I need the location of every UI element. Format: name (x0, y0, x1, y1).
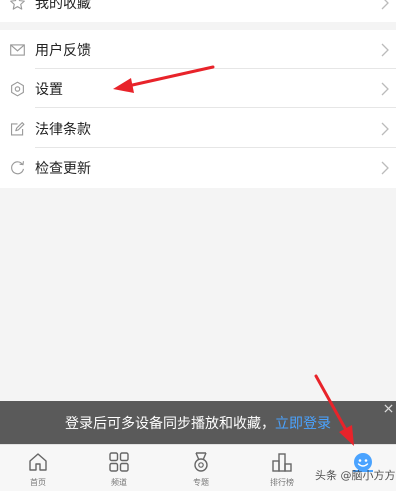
menu-item-feedback-label: 用户反馈 (35, 42, 91, 59)
login-now-link[interactable]: 立即登录 (275, 416, 331, 432)
divider (35, 107, 396, 108)
star-icon (10, 0, 25, 10)
close-icon[interactable] (384, 404, 393, 413)
menu-item-settings[interactable]: 设置 (0, 69, 396, 108)
tab-channels-label: 频道 (111, 478, 127, 487)
favorites-group: 我的收藏 (0, 0, 396, 22)
grid-icon (109, 452, 129, 472)
refresh-icon (11, 160, 24, 174)
menu-item-legal-label: 法律条款 (35, 121, 91, 138)
chevron-right-icon (381, 161, 389, 174)
login-banner-text: 登录后可多设备同步播放和收藏， (65, 415, 275, 432)
menu-item-favorites[interactable]: 我的收藏 (0, 0, 396, 22)
menu-item-favorites-label: 我的收藏 (35, 0, 91, 12)
tab-home[interactable]: 首页 (3, 449, 73, 489)
medal-icon (194, 452, 208, 472)
login-banner-text-row: 登录后可多设备同步播放和收藏，立即登录 (0, 413, 396, 433)
menu-item-update-label: 检查更新 (35, 160, 91, 177)
mail-icon (10, 43, 25, 56)
tab-ranking-label: 排行榜 (270, 478, 294, 487)
chevron-right-icon (381, 0, 389, 9)
gear-icon (11, 81, 24, 96)
chevron-right-icon (381, 122, 389, 135)
edit-icon (10, 121, 25, 136)
menu-item-feedback[interactable]: 用户反馈 (0, 30, 396, 69)
tab-channels[interactable]: 频道 (84, 449, 154, 489)
menu-item-settings-label: 设置 (35, 81, 63, 98)
tab-ranking[interactable]: 排行榜 (247, 449, 317, 489)
chevron-right-icon (381, 82, 389, 95)
login-banner: 登录后可多设备同步播放和收藏，立即登录 (0, 401, 396, 444)
settings-menu: 用户反馈 设置 法律条款 检查更新 (0, 30, 396, 188)
tab-topics[interactable]: 专题 (166, 449, 236, 489)
watermark: 头条 @脑小方方 (315, 469, 396, 482)
tab-topics-label: 专题 (193, 478, 209, 487)
menu-item-legal[interactable]: 法律条款 (0, 109, 396, 148)
home-icon (29, 453, 47, 471)
tab-home-label: 首页 (30, 478, 46, 487)
chevron-right-icon (381, 43, 389, 56)
menu-item-update[interactable]: 检查更新 (0, 148, 396, 187)
ranking-icon (272, 453, 292, 472)
